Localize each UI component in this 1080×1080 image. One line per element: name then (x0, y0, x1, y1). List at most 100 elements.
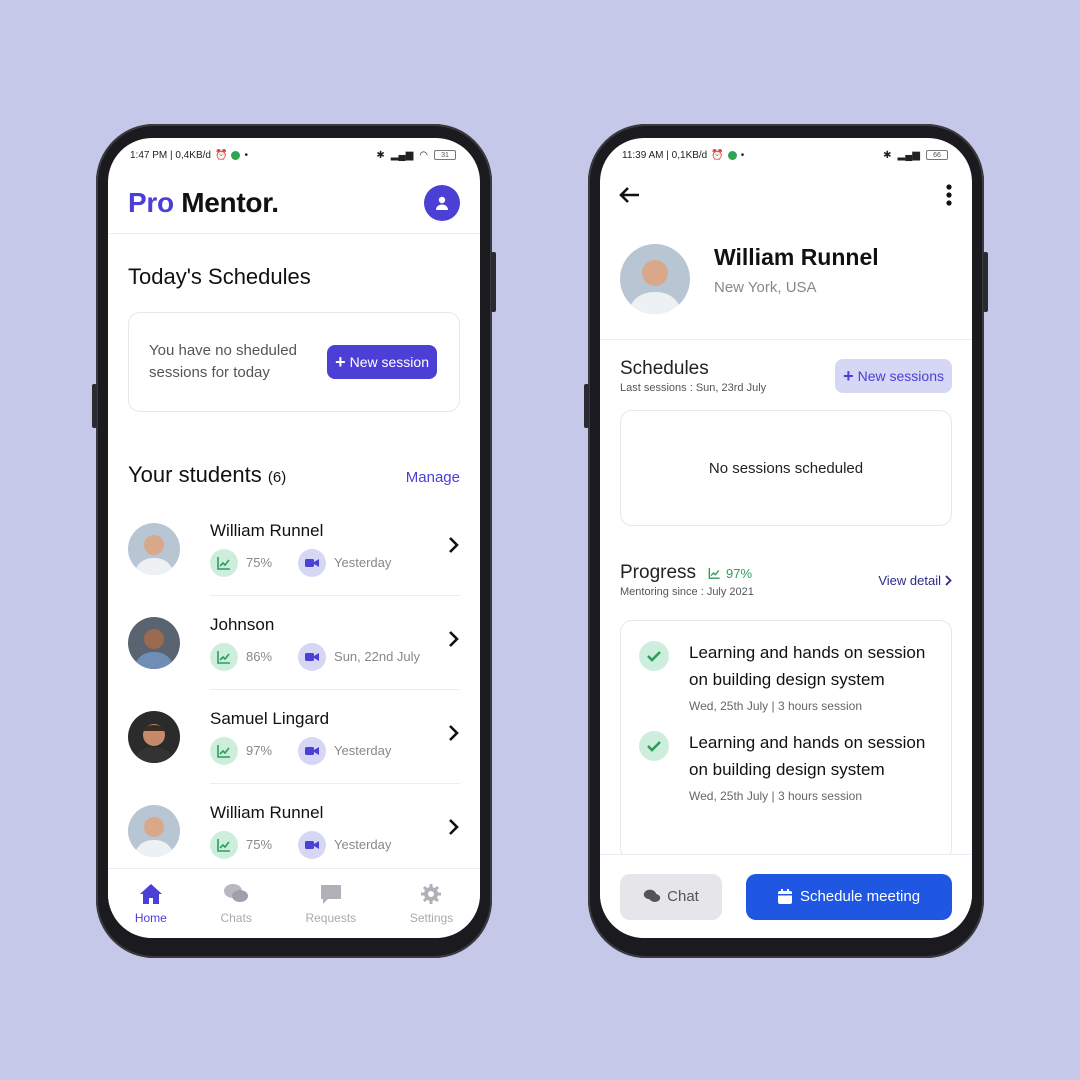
home-icon (139, 883, 162, 904)
requests-icon (320, 884, 341, 904)
calendar-icon (777, 889, 792, 904)
new-session-label: New session (349, 354, 429, 370)
home-screen: 1:47 PM | 0,4KB/d ⏰ • ✱ ▂▄▆ ◠ 31 Pro Men… (108, 138, 480, 938)
chevron-right-icon[interactable] (448, 724, 460, 742)
power-button (584, 384, 589, 428)
status-bar: 1:47 PM | 0,4KB/d ⏰ • ✱ ▂▄▆ ◠ 31 (108, 138, 480, 172)
chats-icon (224, 883, 249, 902)
volume-button (491, 252, 496, 312)
student-avatar (128, 711, 180, 763)
student-avatar (128, 805, 180, 857)
video-icon (298, 736, 327, 765)
empty-schedule-message: You have no sheduled sessions for today (149, 342, 297, 381)
status-bar: 11:39 AM | 0,1KB/d ⏰ • ✱ ▂▄▆ 66 (600, 138, 972, 172)
new-sessions-label: New sessions (857, 368, 944, 384)
nav-chats[interactable]: Chats (220, 883, 252, 925)
student-info: William Runnel 75% Yesterday (210, 502, 460, 596)
status-time: 11:39 AM | 0,1KB/d (622, 149, 708, 161)
student-last-session: Sun, 22nd July (334, 649, 421, 664)
alarm-icon: ⏰ (711, 149, 724, 161)
signal-icon: ▂▄▆ (390, 149, 414, 161)
student-last-session: Yesterday (334, 555, 392, 570)
task-item: Learning and hands on session on buildin… (639, 639, 933, 713)
back-arrow-icon[interactable] (618, 186, 640, 204)
battery-icon: 66 (926, 150, 948, 160)
user-icon (436, 196, 448, 210)
status-time: 1:47 PM | 0,4KB/d (130, 149, 211, 161)
student-progress: 75% (246, 555, 273, 570)
dot-icon: • (740, 149, 745, 161)
student-row[interactable]: Samuel Lingard 97% Yesterday (108, 690, 480, 784)
bluetooth-icon: ✱ (883, 149, 892, 161)
empty-schedule-card: You have no sheduled sessions for today … (128, 312, 460, 412)
chart-icon (210, 642, 238, 671)
profile-header: William Runnel New York, USA (600, 218, 972, 340)
chevron-right-icon[interactable] (448, 818, 460, 836)
todays-schedules-heading: Today's Schedules (128, 264, 311, 289)
profile-button[interactable] (424, 184, 460, 221)
task-title: Learning and hands on session on buildin… (689, 733, 926, 779)
plus-icon: + (843, 365, 854, 386)
new-sessions-button[interactable]: + New sessions (835, 359, 952, 393)
task-item: Learning and hands on session on buildin… (639, 729, 933, 803)
profile-info: William Runnel New York, USA (714, 244, 879, 296)
profile-avatar (620, 244, 690, 314)
schedule-meeting-button[interactable]: Schedule meeting (746, 873, 952, 920)
students-title: Your students (128, 462, 262, 487)
alarm-icon: ⏰ (214, 149, 228, 161)
video-icon (298, 830, 327, 859)
check-icon (639, 731, 669, 761)
student-row[interactable]: Johnson 86% Sun, 22nd July (108, 596, 480, 690)
student-name: William Runnel (210, 802, 324, 822)
student-progress: 75% (246, 837, 273, 852)
mentoring-since: Mentoring since : July 2021 (620, 586, 754, 598)
chart-icon (708, 567, 720, 579)
new-session-button[interactable]: + New session (327, 345, 437, 379)
students-count: (6) (267, 469, 287, 486)
chart-icon (210, 736, 238, 765)
students-heading: Your students (6) (128, 462, 286, 488)
student-info: William Runnel 75% Yesterday (210, 784, 460, 878)
top-bar (600, 172, 972, 218)
student-name: Samuel Lingard (210, 708, 330, 728)
phone-right: 11:39 AM | 0,1KB/d ⏰ • ✱ ▂▄▆ 66 William … (584, 124, 988, 958)
app-notification-icon (231, 150, 241, 160)
chats-icon (643, 889, 661, 902)
student-name: Johnson (210, 614, 275, 634)
chart-icon (210, 830, 238, 859)
student-list: William Runnel 75% Yesterday Johnson 86%… (108, 502, 480, 878)
nav-home[interactable]: Home (135, 883, 167, 925)
progress-percent: 97% (708, 566, 752, 581)
student-last-session: Yesterday (334, 743, 392, 758)
schedules-heading: Schedules (620, 358, 709, 379)
student-avatar (128, 617, 180, 669)
schedule-meeting-label: Schedule meeting (799, 888, 921, 905)
progress-percent-value: 97% (726, 565, 753, 581)
view-detail-label: View detail (878, 572, 941, 588)
wifi-icon: ◠ (419, 149, 428, 161)
view-detail-link[interactable]: View detail (878, 573, 952, 588)
nav-requests[interactable]: Requests (305, 883, 356, 925)
task-title: Learning and hands on session on buildin… (689, 643, 926, 689)
profile-name: William Runnel (714, 244, 879, 270)
app-logo: Pro Mentor. (128, 187, 279, 219)
nav-settings[interactable]: Settings (410, 883, 453, 925)
chevron-right-icon[interactable] (448, 630, 460, 648)
app-notification-icon (727, 150, 737, 160)
nav-settings-label: Settings (409, 910, 454, 925)
manage-link[interactable]: Manage (406, 469, 460, 486)
student-avatar (128, 523, 180, 575)
chevron-right-icon[interactable] (448, 536, 460, 554)
student-row[interactable]: William Runnel 75% Yesterday (108, 502, 480, 596)
more-vert-icon[interactable] (946, 184, 952, 206)
action-bar: Chat Schedule meeting (600, 854, 972, 938)
nav-requests-label: Requests (305, 910, 357, 925)
app-header: Pro Mentor. (108, 172, 480, 234)
student-row[interactable]: William Runnel 75% Yesterday (108, 784, 480, 878)
bottom-nav: Home Chats Requests Settings (108, 868, 480, 938)
chat-button[interactable]: Chat (620, 873, 722, 920)
student-info: Samuel Lingard 97% Yesterday (210, 690, 460, 784)
video-icon (298, 642, 327, 671)
progress-header: Progress 97% Mentoring since : July 2021… (600, 562, 972, 598)
no-sessions-text: No sessions scheduled (708, 459, 864, 477)
